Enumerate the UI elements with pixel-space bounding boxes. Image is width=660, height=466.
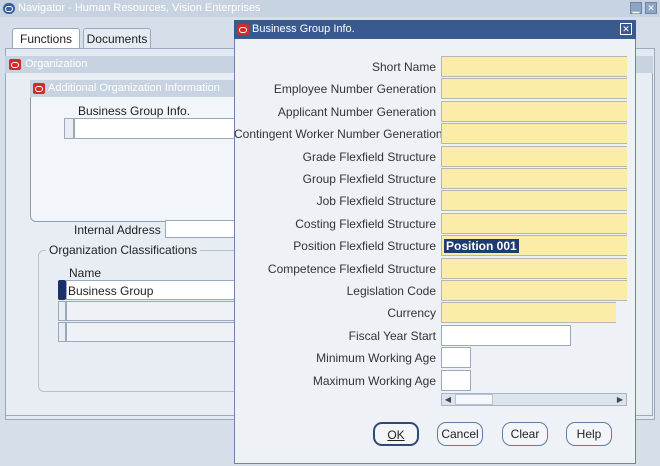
dialog-input-field[interactable] <box>441 101 627 122</box>
dialog-input-field[interactable] <box>441 146 627 167</box>
field-label: Grade Flexfield Structure <box>302 150 436 164</box>
additional-info-title: Additional Organization Information <box>48 82 220 94</box>
dialog-input-field[interactable] <box>441 190 627 211</box>
field-label: Maximum Working Age <box>312 374 436 388</box>
tab-functions[interactable]: Functions <box>12 28 80 49</box>
dialog-input-field[interactable] <box>441 280 627 301</box>
navigator-title: Navigator - Human Resources, Vision Ente… <box>18 2 261 14</box>
dialog-input-field[interactable] <box>441 258 627 279</box>
ok-button[interactable]: OK <box>373 422 419 446</box>
additional-info-window <box>30 80 240 222</box>
navigator-titlebar[interactable]: Navigator - Human Resources, Vision Ente… <box>0 0 660 17</box>
classifications-title: Organization Classifications <box>46 243 201 257</box>
field-label: Position Flexfield Structure <box>293 239 436 253</box>
field-label: Employee Number Generation <box>273 82 436 96</box>
row-indicator[interactable] <box>58 322 66 342</box>
classification-name-field[interactable] <box>66 301 240 321</box>
dialog-titlebar[interactable]: Business Group Info. <box>234 20 636 39</box>
minimize-icon[interactable]: ▁ <box>630 2 642 14</box>
dialog-input-field[interactable] <box>441 56 627 77</box>
field-label: Applicant Number Generation <box>277 105 436 119</box>
field-label: Job Flexfield Structure <box>316 194 436 208</box>
dialog-input-field[interactable] <box>441 370 471 391</box>
dialog-input-field[interactable] <box>441 123 627 144</box>
oracle-icon <box>237 24 249 35</box>
close-window-icon[interactable]: ✕ <box>645 2 657 14</box>
classification-name-field[interactable]: Business Group <box>66 280 240 300</box>
name-column-header: Name <box>69 266 102 280</box>
dialog-input-field[interactable] <box>441 347 471 368</box>
current-row-indicator[interactable] <box>58 280 66 300</box>
row-indicator[interactable] <box>58 301 66 321</box>
dialog-input-field[interactable] <box>441 213 627 234</box>
classification-name-field[interactable] <box>66 322 240 342</box>
dialog-input-field[interactable] <box>441 302 616 323</box>
organization-title: Organization <box>25 58 88 70</box>
field-value: Position 001 <box>444 239 519 253</box>
field-label: Group Flexfield Structure <box>302 172 436 186</box>
dialog-title: Business Group Info. <box>252 23 355 35</box>
dialog-input-field[interactable] <box>441 168 627 189</box>
dialog-input-field[interactable] <box>441 78 627 99</box>
dialog-input-field[interactable] <box>441 325 571 346</box>
dialog-input-field[interactable]: Position 001 <box>441 235 627 256</box>
field-label: Contingent Worker Number Generation <box>234 127 443 141</box>
field-label: Competence Flexfield Structure <box>267 262 436 276</box>
tab-documents[interactable]: Documents <box>83 28 151 49</box>
scroll-thumb[interactable] <box>455 394 493 405</box>
scroll-right-icon[interactable]: ▶ <box>614 394 626 405</box>
oracle-icon <box>9 59 21 70</box>
oracle-icon <box>33 83 45 94</box>
business-group-info-header: Business Group Info. <box>78 104 191 118</box>
help-button[interactable]: Help <box>566 422 612 446</box>
scroll-left-icon[interactable]: ◀ <box>442 394 454 405</box>
row-indicator[interactable] <box>64 118 74 139</box>
field-label: Fiscal Year Start <box>348 329 436 343</box>
clear-button[interactable]: Clear <box>502 422 548 446</box>
field-label: Currency <box>387 306 436 320</box>
field-label: Short Name <box>371 60 436 74</box>
cancel-button[interactable]: Cancel <box>437 422 483 446</box>
business-group-info-field[interactable] <box>74 118 240 139</box>
additional-info-titlebar[interactable]: Additional Organization Information <box>30 80 240 97</box>
internal-address-field[interactable] <box>165 220 240 238</box>
field-label: Costing Flexfield Structure <box>295 217 436 231</box>
internal-address-label: Internal Address <box>74 223 161 237</box>
dialog-close-icon[interactable]: ✕ <box>620 23 632 35</box>
field-label: Minimum Working Age <box>316 351 436 365</box>
navigator-app-icon <box>3 3 15 14</box>
field-label: Legislation Code <box>346 284 436 298</box>
